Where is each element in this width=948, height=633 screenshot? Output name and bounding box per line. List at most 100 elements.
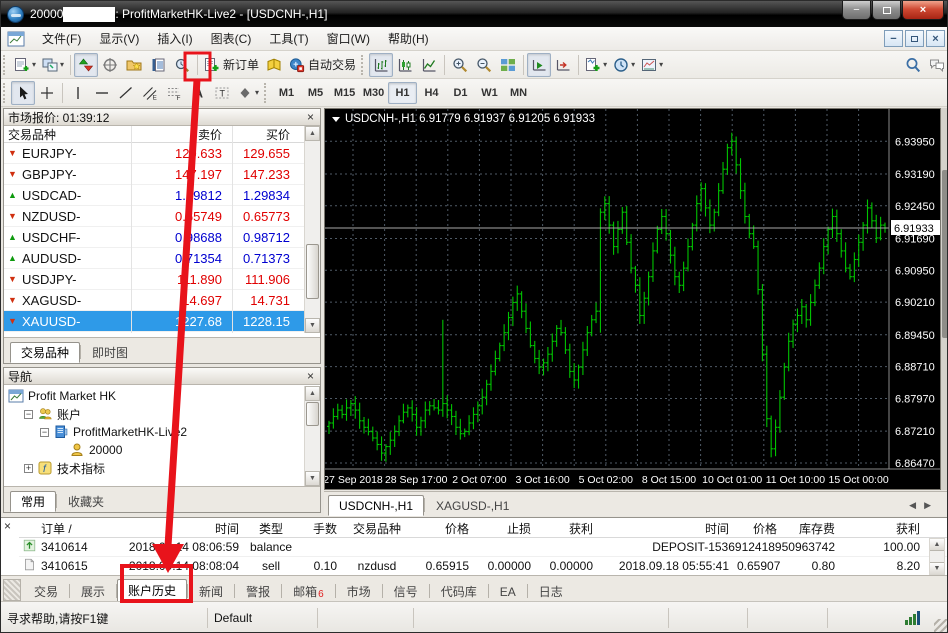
terminal-column-header[interactable]: 价格 [413,520,473,537]
market-watch-row-usdcad[interactable]: ▲USDCAD-1.298121.29834 [4,185,320,206]
market-watch-row-xagusd[interactable]: ▼XAGUSD-14.69714.731 [4,290,320,311]
profile-selector[interactable]: Default [208,608,318,628]
timeframe-m5-button[interactable]: M5 [301,82,330,104]
auto-scroll-button[interactable] [527,53,551,77]
fibonacci-button[interactable]: F [162,81,186,105]
menu-显示[interactable]: 显示(V) [90,27,148,50]
resize-grip[interactable] [934,619,948,633]
market-watch-button[interactable] [74,53,98,77]
terminal-column-header[interactable]: 库存费 [781,520,839,537]
market-watch-row-audusd[interactable]: ▲AUDUSD-0.713540.71373 [4,248,320,269]
terminal-tab-8[interactable]: 信号 [383,581,429,601]
terminal-tab-7[interactable]: 市场 [336,581,382,601]
profiles-button[interactable]: ▾ [39,53,67,77]
close-button[interactable]: × [902,1,944,20]
timeframe-m30-button[interactable]: M30 [359,82,388,104]
market-watch-column-header[interactable]: 交易品种 [4,126,131,143]
terminal-close-icon[interactable]: × [4,521,11,531]
terminal-gripper[interactable] [3,579,21,601]
mdi-restore-button[interactable] [905,30,924,47]
market-watch-tab-1[interactable]: 交易品种 [10,342,80,363]
timeframe-h4-button[interactable]: H4 [417,82,446,104]
navigator-node-账户[interactable]: −账户 [8,405,320,423]
chat-button[interactable] [925,53,948,77]
timeframe-w1-button[interactable]: W1 [475,82,504,104]
menu-窗口[interactable]: 窗口(W) [318,27,379,50]
text-label-button[interactable]: T [210,81,234,105]
zoom-in-button[interactable] [448,53,472,77]
terminal-column-header[interactable]: 交易品种 [341,520,413,537]
terminal-column-header[interactable]: 价格 [733,520,781,537]
new-order-button[interactable]: 新订单 [201,53,262,77]
collapse-icon[interactable]: − [24,410,33,419]
line-chart-button[interactable] [417,53,441,77]
market-watch-row-usdchf[interactable]: ▲USDCHF-0.986880.98712 [4,227,320,248]
navigator-node-profitmarkethk-live2[interactable]: −ProfitMarketHK-Live2 [8,423,320,441]
maximize-button[interactable] [872,1,901,20]
market-watch-scrollbar[interactable]: ▲ ▼ [304,126,320,333]
navigator-tab-2[interactable]: 收藏夹 [57,491,115,512]
crosshair-button[interactable] [35,81,59,105]
terminal-column-header[interactable]: 手数 [299,520,341,537]
market-watch-column-header[interactable]: 买价 [232,126,296,143]
indicators-button[interactable]: ▾ [582,53,610,77]
chart-scrollbar[interactable] [941,108,948,490]
menu-图表[interactable]: 图表(C) [202,27,261,50]
autotrading-button[interactable]: 自动交易 [286,53,359,77]
navigator-tab-1[interactable]: 常用 [10,491,56,512]
navigator-close-icon[interactable]: × [305,371,316,381]
terminal-tab-1[interactable]: 交易 [23,581,69,601]
bar-chart-button[interactable] [369,53,393,77]
terminal-tab-9[interactable]: 代码库 [430,581,488,601]
price-chart[interactable]: 6.939506.931906.924506.916906.909506.902… [325,109,940,489]
minimize-button[interactable]: − [842,1,871,20]
menu-插入[interactable]: 插入(I) [148,27,201,50]
data-window-button[interactable] [98,53,122,77]
terminal-row-3410614[interactable]: 34106142018.09.14 08:06:59balanceDEPOSIT… [19,538,948,557]
zoom-out-button[interactable] [472,53,496,77]
terminal-column-header[interactable]: 时间 [103,520,243,537]
tile-windows-button[interactable] [496,53,520,77]
templates-button[interactable]: ▾ [638,53,666,77]
terminal-tab-10[interactable]: EA [489,581,527,601]
market-watch-column-header[interactable]: 卖价 [131,126,232,143]
arrows-button[interactable]: ▾ [234,81,262,105]
mdi-minimize-button[interactable]: − [884,30,903,47]
navigator-node-20000[interactable]: 20000 [8,441,320,459]
equidistant-channel-button[interactable]: E [138,81,162,105]
timeframe-m15-button[interactable]: M15 [330,82,359,104]
chart-tab-1[interactable]: USDCNH-,H1 [328,495,424,516]
collapse-icon[interactable]: − [40,428,49,437]
terminal-tab-5[interactable]: 警报 [235,581,281,601]
search-button[interactable] [901,53,925,77]
chart-window-usdcnh[interactable]: 6.939506.931906.924506.916906.909506.902… [324,108,941,490]
candlestick-chart-button[interactable] [393,53,417,77]
terminal-row-3410615[interactable]: 34106152018.09.14 08:08:04sell0.10nzdusd… [19,557,948,576]
market-watch-row-gbpjpy[interactable]: ▼GBPJPY-147.197147.233 [4,164,320,185]
timeframe-mn-button[interactable]: MN [504,82,533,104]
mdi-close-button[interactable]: × [926,30,945,47]
terminal-column-header[interactable]: 类型 [243,520,299,537]
terminal-column-header[interactable]: 获利 [535,520,597,537]
periods-button[interactable]: ▾ [610,53,638,77]
terminal-button[interactable] [146,53,170,77]
menu-工具[interactable]: 工具(T) [260,27,317,50]
chart-shift-button[interactable] [551,53,575,77]
chart-tab-scroll-arrows[interactable]: ◀▶ [909,500,939,511]
timeframe-h1-button[interactable]: H1 [388,82,417,104]
navigator-scrollbar[interactable]: ▲ ▼ [304,386,320,486]
terminal-scrollbar[interactable]: ▲ ▼ [929,538,945,575]
menu-文件[interactable]: 文件(F) [33,27,90,50]
expand-icon[interactable]: + [24,464,33,473]
terminal-column-header[interactable]: 止损 [473,520,535,537]
chart-tab-2[interactable]: XAGUSD-,H1 [425,495,520,516]
strategy-tester-button[interactable] [170,53,194,77]
market-watch-row-xauusd[interactable]: ▼XAUUSD-1227.681228.15 [4,311,320,332]
terminal-tab-4[interactable]: 新闻 [188,581,234,601]
terminal-column-header[interactable]: 时间 [597,520,733,537]
terminal-column-header[interactable]: 订单 / [37,520,103,537]
timeframe-m1-button[interactable]: M1 [272,82,301,104]
new-chart-button[interactable]: ▾ [11,53,39,77]
navigator-node-profit-market-hk[interactable]: Profit Market HK [8,387,320,405]
metaeditor-button[interactable] [262,53,286,77]
